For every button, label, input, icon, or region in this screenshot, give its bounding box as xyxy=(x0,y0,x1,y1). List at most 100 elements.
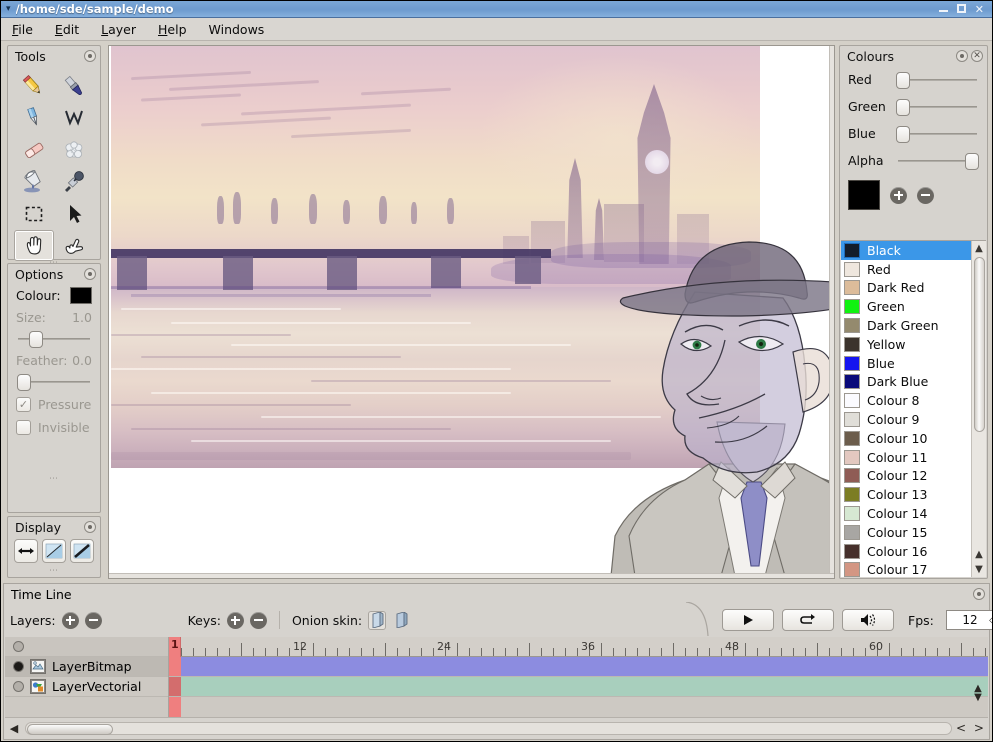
remove-colour-button[interactable] xyxy=(917,186,934,204)
timeline-scroll-down-icon[interactable]: ▼ xyxy=(974,692,982,702)
colours-panel-float-button[interactable] xyxy=(956,50,968,62)
layer-row-bitmap[interactable]: LayerBitmap xyxy=(5,657,168,677)
sound-button[interactable] xyxy=(842,609,894,631)
mirror-horizontal-button[interactable] xyxy=(14,539,38,563)
current-colour-swatch[interactable] xyxy=(848,180,880,210)
thin-lines-button[interactable] xyxy=(42,539,66,563)
track-span-bitmap[interactable] xyxy=(181,657,988,676)
track-row-bitmap[interactable] xyxy=(169,657,988,677)
menu-item-edit[interactable]: Edit xyxy=(44,20,90,39)
maximize-button[interactable] xyxy=(956,3,966,15)
size-slider[interactable] xyxy=(16,328,92,350)
colour-swatch-row[interactable]: Colour 11 xyxy=(841,448,971,467)
fps-value[interactable]: 12 xyxy=(951,613,989,627)
drawing-canvas[interactable] xyxy=(108,45,835,579)
colour-swatch-row[interactable]: Colour 15 xyxy=(841,523,971,542)
colour-list[interactable]: Black Red Dark Red Green Dark Green Yellow Blu… xyxy=(841,241,971,577)
brush-tool[interactable] xyxy=(55,70,95,101)
keyframe-vectorial[interactable] xyxy=(169,677,181,696)
minimize-button[interactable] xyxy=(938,4,948,15)
canvas-horizontal-scrollbar[interactable] xyxy=(109,573,834,578)
timeline-playhead[interactable]: 1 xyxy=(169,637,181,657)
options-panel-grip[interactable]: ⋯ xyxy=(8,475,100,484)
invisible-checkbox[interactable] xyxy=(16,420,31,435)
size-slider-knob[interactable] xyxy=(28,331,43,348)
remove-layer-button[interactable] xyxy=(84,611,102,629)
alpha-slider-knob[interactable] xyxy=(965,152,979,170)
timeline-ruler[interactable]: 12 24 36 48 60 1 xyxy=(169,637,988,657)
pressure-checkbox[interactable]: ✓ xyxy=(16,397,31,412)
colour-swatch-row[interactable]: Colour 14 xyxy=(841,504,971,523)
smudge-tool[interactable] xyxy=(55,134,95,165)
bucket-tool[interactable] xyxy=(14,166,54,197)
fps-spinner[interactable]: 12 ◇ xyxy=(945,610,992,630)
colour-swatch-row[interactable]: Dark Blue xyxy=(841,373,971,392)
layer-visibility-toggle[interactable] xyxy=(13,661,24,672)
move-tool[interactable] xyxy=(55,198,95,229)
colour-list-scroll-down-icon[interactable]: ▼ xyxy=(975,562,983,577)
layer-row-vectorial[interactable]: LayerVectorial xyxy=(5,677,168,697)
close-button[interactable]: ✕ xyxy=(975,4,984,15)
red-slider[interactable] xyxy=(896,70,979,90)
remove-key-button[interactable] xyxy=(249,611,267,629)
colour-swatch-row[interactable]: Colour 8 xyxy=(841,391,971,410)
alpha-slider[interactable] xyxy=(896,151,979,171)
eyedropper-tool[interactable] xyxy=(55,166,95,197)
colour-swatch-row[interactable]: Dark Red xyxy=(841,279,971,298)
timeline-tracks[interactable]: 12 24 36 48 60 1 xyxy=(169,637,988,717)
colour-swatch-row[interactable]: Colour 12 xyxy=(841,467,971,486)
pencil-tool[interactable] xyxy=(14,70,54,101)
display-panel-grip[interactable]: ⋯ xyxy=(8,567,100,576)
menu-item-windows[interactable]: Windows xyxy=(198,20,276,39)
green-slider[interactable] xyxy=(896,97,979,117)
colour-list-scroll-up2-icon[interactable]: ▲ xyxy=(975,547,983,562)
feather-slider-knob[interactable] xyxy=(16,374,31,391)
blue-slider[interactable] xyxy=(896,124,979,144)
hand-tool[interactable] xyxy=(14,230,54,261)
track-span-vectorial[interactable] xyxy=(181,677,988,696)
display-panel-float-button[interactable] xyxy=(84,521,96,533)
outlines-button[interactable] xyxy=(70,539,94,563)
timeline-frame-step-buttons[interactable]: < > xyxy=(954,721,988,735)
polyline-tool[interactable] xyxy=(55,102,95,133)
invisible-option-row[interactable]: Invisible xyxy=(8,416,100,439)
green-slider-knob[interactable] xyxy=(896,98,910,116)
menu-item-file[interactable]: File xyxy=(1,20,44,39)
select-tool[interactable] xyxy=(14,198,54,229)
colour-swatch-row[interactable]: Colour 17 xyxy=(841,561,971,577)
tools-panel-float-button[interactable] xyxy=(84,50,96,62)
pen-tool[interactable] xyxy=(14,102,54,133)
keyframe-bitmap[interactable] xyxy=(169,657,181,676)
options-panel-float-button[interactable] xyxy=(84,268,96,280)
red-slider-knob[interactable] xyxy=(896,71,910,89)
colour-list-scroll-thumb[interactable] xyxy=(973,257,985,432)
colour-swatch-row[interactable]: Dark Green xyxy=(841,316,971,335)
colour-swatch-row[interactable]: Yellow xyxy=(841,335,971,354)
colour-list-scroll-track[interactable] xyxy=(973,256,985,547)
colour-swatch-row[interactable]: Colour 10 xyxy=(841,429,971,448)
timeline-horizontal-scroll-thumb[interactable] xyxy=(27,723,113,735)
track-row-vectorial[interactable] xyxy=(169,677,988,697)
fps-spinner-icon[interactable]: ◇ xyxy=(989,615,992,626)
canvas-paper[interactable] xyxy=(109,46,834,576)
menu-item-help[interactable]: Help xyxy=(147,20,198,39)
edit-tool[interactable] xyxy=(55,230,95,261)
timeline-scroll-left-icon[interactable]: ◀ xyxy=(5,722,23,735)
colours-panel-close-icon[interactable]: ✕ xyxy=(971,50,983,62)
colour-list-scrollbar[interactable]: ▲ ▲ ▼ xyxy=(971,241,986,577)
colour-swatch-row[interactable]: Colour 16 xyxy=(841,542,971,561)
blue-slider-knob[interactable] xyxy=(896,125,910,143)
colour-option-swatch[interactable] xyxy=(70,287,92,304)
pressure-option-row[interactable]: ✓ Pressure xyxy=(8,393,100,416)
canvas-vertical-scrollbar[interactable] xyxy=(829,46,834,578)
colour-swatch-row[interactable]: Red xyxy=(841,260,971,279)
layer-visibility-toggle[interactable] xyxy=(13,681,24,692)
add-colour-button[interactable] xyxy=(890,186,907,204)
eraser-tool[interactable] xyxy=(14,134,54,165)
colour-swatch-row[interactable]: Green xyxy=(841,297,971,316)
menu-item-layer[interactable]: Layer xyxy=(90,20,147,39)
colour-swatch-row[interactable]: Colour 13 xyxy=(841,485,971,504)
onion-skin-next-button[interactable] xyxy=(392,611,410,630)
colour-swatch-row[interactable]: Black xyxy=(841,241,971,260)
feather-slider[interactable] xyxy=(16,371,92,393)
